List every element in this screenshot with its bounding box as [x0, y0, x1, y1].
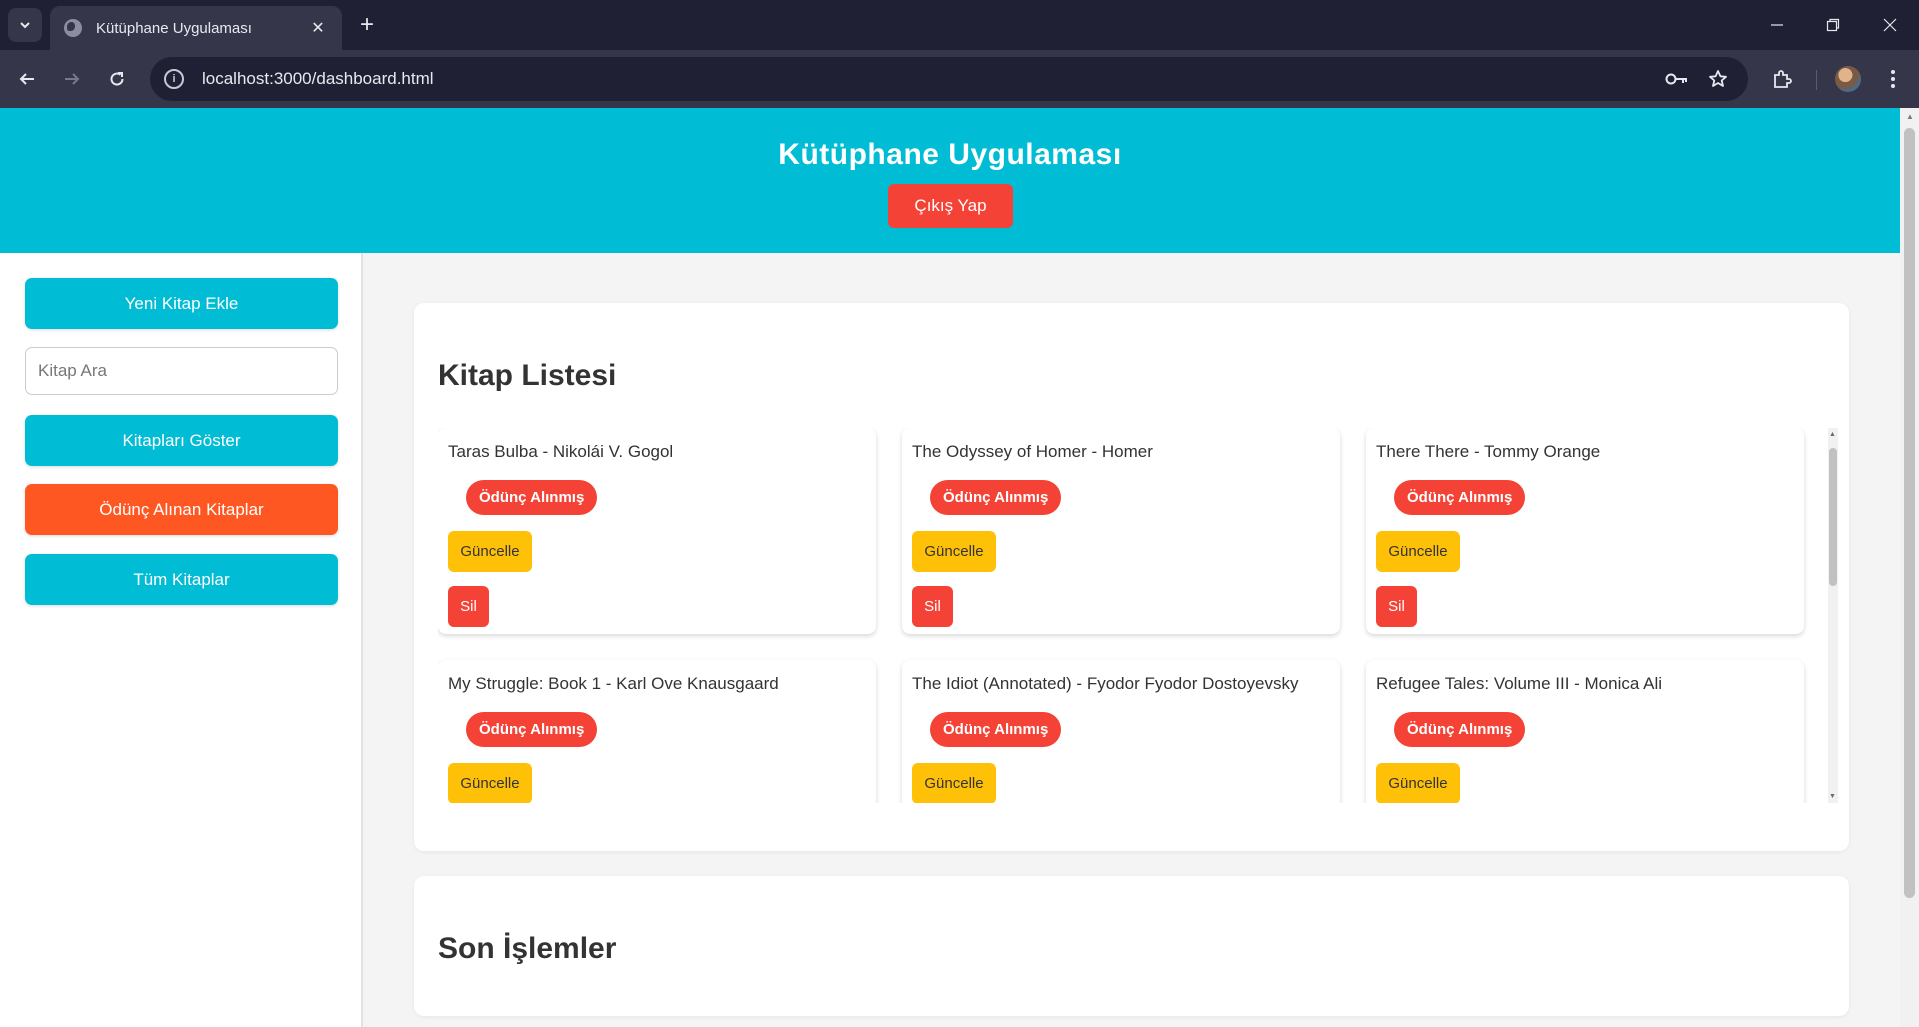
book-search-input[interactable] [25, 347, 338, 395]
book-list-scroll-area[interactable]: Taras Bulba - Nikolái V. Gogol Ödünç Alı… [438, 428, 1838, 803]
borrowed-status-badge: Ödünç Alınmış [930, 712, 1062, 747]
toolbar-divider [1816, 70, 1817, 90]
globe-icon [64, 19, 82, 37]
borrowed-books-button[interactable]: Ödünç Alınan Kitaplar [25, 484, 338, 535]
app-title: Kütüphane Uygulaması [778, 138, 1122, 171]
url-text: localhost:3000/dashboard.html [202, 69, 434, 88]
browser-toolbar: i localhost:3000/dashboard.html [0, 50, 1919, 108]
chevron-down-icon [20, 22, 30, 29]
update-book-button[interactable]: Güncelle [448, 531, 532, 572]
recent-activity-title: Son İşlemler [438, 932, 617, 965]
reload-icon[interactable] [100, 62, 134, 96]
show-books-button[interactable]: Kitapları Göster [25, 415, 338, 466]
logout-button[interactable]: Çıkış Yap [888, 184, 1013, 228]
scroll-down-arrow-icon[interactable]: ▼ [1829, 793, 1836, 800]
add-book-button[interactable]: Yeni Kitap Ekle [25, 278, 338, 329]
browser-tabstrip: Kütüphane Uygulaması ✕ + [0, 0, 1919, 50]
menu-kebab-icon[interactable] [1876, 62, 1910, 96]
book-card: The Idiot (Annotated) - Fyodor Fyodor Do… [902, 660, 1340, 803]
update-book-button[interactable]: Güncelle [912, 531, 996, 572]
tab-search-button[interactable] [8, 8, 42, 42]
page-scrollbar-thumb[interactable] [1904, 128, 1915, 898]
browser-tab[interactable]: Kütüphane Uygulaması ✕ [50, 6, 342, 50]
borrowed-status-badge: Ödünç Alınmış [466, 480, 598, 515]
book-list-scrollbar[interactable]: ▲ ▼ [1828, 428, 1838, 803]
page-scroll-up-icon[interactable]: ▲ [1906, 112, 1914, 121]
info-icon[interactable]: i [164, 69, 184, 89]
all-books-button[interactable]: Tüm Kitaplar [25, 554, 338, 605]
minimize-icon[interactable] [1749, 0, 1805, 50]
borrowed-status-badge: Ödünç Alınmış [1394, 712, 1526, 747]
borrowed-status-badge: Ödünç Alınmış [466, 712, 598, 747]
recent-activity-panel: Son İşlemler [414, 876, 1849, 1016]
update-book-button[interactable]: Güncelle [912, 763, 996, 803]
book-card: There There - Tommy Orange Ödünç Alınmış… [1366, 428, 1804, 634]
back-icon[interactable] [10, 62, 44, 96]
tab-title: Kütüphane Uygulaması [96, 19, 252, 37]
book-list-panel: Kitap Listesi Taras Bulba - Nikolái V. G… [414, 303, 1849, 851]
book-card: Refugee Tales: Volume III - Monica Ali Ö… [1366, 660, 1804, 803]
book-list-scrollbar-thumb[interactable] [1829, 448, 1837, 586]
book-title: The Odyssey of Homer - Homer [912, 442, 1153, 461]
borrowed-status-badge: Ödünç Alınmış [930, 480, 1062, 515]
scroll-up-arrow-icon[interactable]: ▲ [1829, 431, 1836, 438]
bookmark-star-icon[interactable] [1701, 62, 1735, 96]
profile-avatar[interactable] [1835, 66, 1861, 92]
book-card: My Struggle: Book 1 - Karl Ove Knausgaar… [438, 660, 876, 803]
book-title: There There - Tommy Orange [1376, 442, 1601, 461]
page-scrollbar[interactable]: ▲ [1900, 108, 1919, 1027]
address-bar[interactable]: i localhost:3000/dashboard.html [150, 57, 1748, 101]
delete-book-button[interactable]: Sil [912, 586, 953, 627]
update-book-button[interactable]: Güncelle [1376, 531, 1460, 572]
extensions-icon[interactable] [1765, 62, 1799, 96]
book-card: The Odyssey of Homer - Homer Ödünç Alınm… [902, 428, 1340, 634]
password-key-icon[interactable] [1660, 62, 1694, 96]
forward-icon[interactable] [55, 62, 89, 96]
close-window-icon[interactable] [1862, 0, 1918, 50]
app-header: Kütüphane Uygulaması Çıkış Yap [0, 108, 1900, 253]
page-viewport: Kütüphane Uygulaması Çıkış Yap Yeni Kita… [0, 108, 1900, 1027]
new-tab-icon[interactable]: + [352, 10, 382, 40]
sidebar: Yeni Kitap Ekle Kitapları Göster Ödünç A… [0, 253, 363, 1027]
book-card: Taras Bulba - Nikolái V. Gogol Ödünç Alı… [438, 428, 876, 634]
book-title: My Struggle: Book 1 - Karl Ove Knausgaar… [448, 674, 779, 693]
update-book-button[interactable]: Güncelle [1376, 763, 1460, 803]
restore-icon[interactable] [1805, 0, 1861, 50]
book-list-title: Kitap Listesi [438, 359, 617, 392]
tab-close-icon[interactable]: ✕ [308, 18, 328, 38]
delete-book-button[interactable]: Sil [1376, 586, 1417, 627]
update-book-button[interactable]: Güncelle [448, 763, 532, 803]
book-title: The Idiot (Annotated) - Fyodor Fyodor Do… [912, 674, 1299, 693]
book-title: Taras Bulba - Nikolái V. Gogol [448, 442, 674, 461]
book-title: Refugee Tales: Volume III - Monica Ali [1376, 674, 1663, 693]
delete-book-button[interactable]: Sil [448, 586, 489, 627]
borrowed-status-badge: Ödünç Alınmış [1394, 480, 1526, 515]
